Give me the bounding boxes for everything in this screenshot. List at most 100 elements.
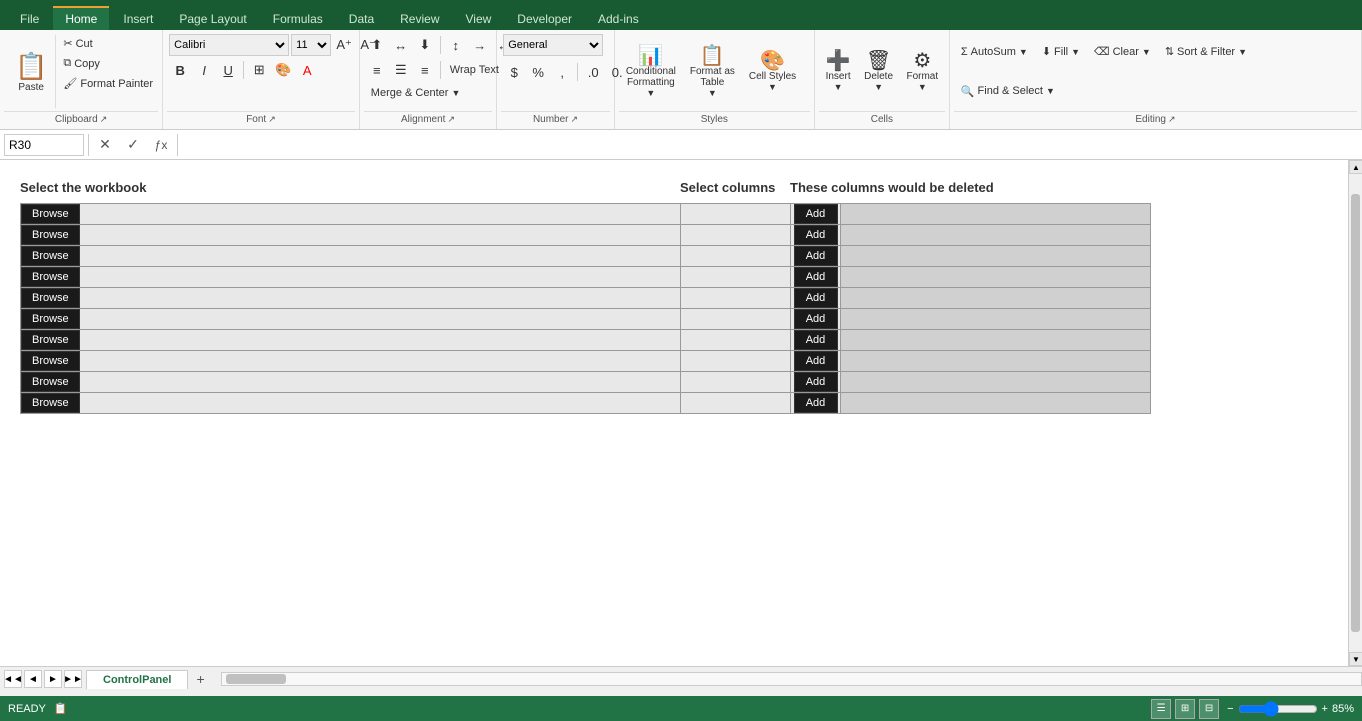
font-size-select[interactable]: 11 bbox=[291, 34, 331, 56]
conditional-formatting-button[interactable]: 📊 Conditional Formatting ▼ bbox=[621, 43, 681, 101]
add-button[interactable]: Add bbox=[794, 225, 838, 245]
add-button[interactable]: Add bbox=[794, 309, 838, 329]
cancel-formula-button[interactable]: ✕ bbox=[93, 134, 117, 156]
number-format-select[interactable]: General bbox=[503, 34, 603, 56]
table-row: Browse Add bbox=[21, 267, 1151, 288]
page-break-view-button[interactable]: ⊟ bbox=[1199, 699, 1219, 719]
tab-review[interactable]: Review bbox=[388, 8, 451, 30]
border-button[interactable]: ⊞ bbox=[248, 59, 270, 81]
cell-reference-input[interactable]: R30 bbox=[4, 134, 84, 156]
macro-icon[interactable]: 📋 bbox=[54, 702, 68, 715]
percent-button[interactable]: % bbox=[527, 61, 549, 83]
font-expand-icon[interactable]: ↗ bbox=[268, 114, 276, 125]
sort-filter-button[interactable]: ⇅ Sort & Filter ▼ bbox=[1160, 42, 1252, 61]
browse-button[interactable]: Browse bbox=[21, 204, 80, 224]
format-as-table-button[interactable]: 📋 Format as Table ▼ bbox=[685, 43, 740, 101]
align-center-button[interactable]: ☰ bbox=[390, 59, 412, 81]
tab-insert[interactable]: Insert bbox=[111, 8, 165, 30]
tab-file[interactable]: File bbox=[8, 8, 51, 30]
tab-scroll-prev-button[interactable]: ◄ bbox=[24, 670, 42, 688]
tab-home[interactable]: Home bbox=[53, 6, 109, 30]
browse-button[interactable]: Browse bbox=[21, 372, 80, 392]
underline-button[interactable]: U bbox=[217, 59, 239, 81]
align-left-button[interactable]: ≡ bbox=[366, 59, 388, 81]
text-direction-button[interactable]: ↕ bbox=[445, 34, 467, 56]
add-button[interactable]: Add bbox=[794, 372, 838, 392]
browse-button[interactable]: Browse bbox=[21, 351, 80, 371]
delete-columns-cell bbox=[841, 288, 1151, 309]
tab-scroll-first-button[interactable]: ◄◄ bbox=[4, 670, 22, 688]
insert-function-button[interactable]: ƒx bbox=[149, 134, 173, 156]
wrap-text-button[interactable]: Wrap Text bbox=[445, 61, 504, 79]
tab-scroll-next-button[interactable]: ► bbox=[44, 670, 62, 688]
add-button[interactable]: Add bbox=[794, 351, 838, 371]
formula-input[interactable] bbox=[182, 134, 1358, 156]
find-select-button[interactable]: 🔍 Find & Select ▼ bbox=[956, 82, 1060, 101]
tab-developer[interactable]: Developer bbox=[505, 8, 584, 30]
align-middle-button[interactable]: ↔ bbox=[390, 34, 412, 56]
cell-styles-button[interactable]: 🎨 Cell Styles ▼ bbox=[744, 48, 801, 95]
bold-button[interactable]: B bbox=[169, 59, 191, 81]
currency-button[interactable]: $ bbox=[503, 61, 525, 83]
tab-add-ins[interactable]: Add-ins bbox=[586, 8, 651, 30]
scroll-down-button[interactable]: ▼ bbox=[1349, 652, 1362, 666]
merge-center-dropdown-icon[interactable]: ▼ bbox=[451, 88, 460, 98]
browse-button[interactable]: Browse bbox=[21, 225, 80, 245]
add-button[interactable]: Add bbox=[794, 288, 838, 308]
add-button[interactable]: Add bbox=[794, 267, 838, 287]
browse-button[interactable]: Browse bbox=[21, 267, 80, 287]
add-button[interactable]: Add bbox=[794, 246, 838, 266]
add-button[interactable]: Add bbox=[794, 204, 838, 224]
select-columns-cell bbox=[681, 246, 791, 267]
cut-button[interactable]: ✂ Cut bbox=[58, 34, 158, 53]
browse-button[interactable]: Browse bbox=[21, 288, 80, 308]
align-bottom-button[interactable]: ⬇ bbox=[414, 34, 436, 56]
browse-button[interactable]: Browse bbox=[21, 309, 80, 329]
browse-cell: Browse bbox=[21, 225, 681, 246]
font-name-select[interactable]: Calibri bbox=[169, 34, 289, 56]
tab-view[interactable]: View bbox=[454, 8, 504, 30]
alignment-expand-icon[interactable]: ↗ bbox=[447, 114, 455, 125]
clipboard-expand-icon[interactable]: ↗ bbox=[100, 114, 108, 125]
fill-color-button[interactable]: 🎨 bbox=[272, 59, 294, 81]
zoom-slider[interactable] bbox=[1238, 701, 1318, 717]
font-color-button[interactable]: A bbox=[296, 59, 318, 81]
tab-formulas[interactable]: Formulas bbox=[261, 8, 335, 30]
align-right-button[interactable]: ≡ bbox=[414, 59, 436, 81]
browse-button[interactable]: Browse bbox=[21, 330, 80, 350]
format-painter-button[interactable]: 🖌 Format Painter bbox=[58, 74, 158, 93]
align-top-button[interactable]: ⬆ bbox=[366, 34, 388, 56]
number-expand-icon[interactable]: ↗ bbox=[571, 114, 579, 125]
autosum-button[interactable]: Σ AutoSum ▼ bbox=[956, 43, 1033, 61]
increase-font-button[interactable]: A⁺ bbox=[333, 34, 355, 56]
scroll-up-button[interactable]: ▲ bbox=[1349, 160, 1362, 174]
scroll-thumb[interactable] bbox=[1351, 194, 1360, 632]
clear-button[interactable]: ⌫ Clear ▼ bbox=[1089, 42, 1156, 61]
merge-center-button[interactable]: Merge & Center ▼ bbox=[366, 84, 466, 102]
sheet-tab-control-panel[interactable]: ControlPanel bbox=[86, 670, 188, 689]
confirm-formula-button[interactable]: ✓ bbox=[121, 134, 145, 156]
normal-view-button[interactable]: ☰ bbox=[1151, 699, 1171, 719]
paste-button[interactable]: 📋 Paste bbox=[6, 34, 56, 109]
add-sheet-button[interactable]: + bbox=[188, 668, 212, 690]
add-button[interactable]: Add bbox=[794, 393, 838, 413]
editing-expand-icon[interactable]: ↗ bbox=[1168, 114, 1176, 125]
tab-scroll-last-button[interactable]: ►► bbox=[64, 670, 82, 688]
fill-button[interactable]: ⬇ Fill ▼ bbox=[1037, 42, 1085, 61]
tab-data[interactable]: Data bbox=[337, 8, 386, 30]
browse-button[interactable]: Browse bbox=[21, 393, 80, 413]
browse-button[interactable]: Browse bbox=[21, 246, 80, 266]
tab-page-layout[interactable]: Page Layout bbox=[167, 8, 258, 30]
indent-increase-button[interactable]: → bbox=[469, 34, 491, 56]
format-button[interactable]: ⚙ Format ▼ bbox=[902, 48, 943, 95]
copy-button[interactable]: ⧉ Copy bbox=[58, 54, 158, 73]
increase-decimal-button[interactable]: .0 bbox=[582, 61, 604, 83]
italic-button[interactable]: I bbox=[193, 59, 215, 81]
comma-button[interactable]: , bbox=[551, 61, 573, 83]
zoom-out-button[interactable]: − bbox=[1227, 703, 1233, 715]
page-layout-view-button[interactable]: ⊞ bbox=[1175, 699, 1195, 719]
insert-button[interactable]: ➕ Insert ▼ bbox=[821, 48, 856, 95]
add-button[interactable]: Add bbox=[794, 330, 838, 350]
delete-button[interactable]: 🗑 Delete ▼ bbox=[859, 48, 897, 95]
zoom-in-button[interactable]: + bbox=[1322, 703, 1328, 715]
